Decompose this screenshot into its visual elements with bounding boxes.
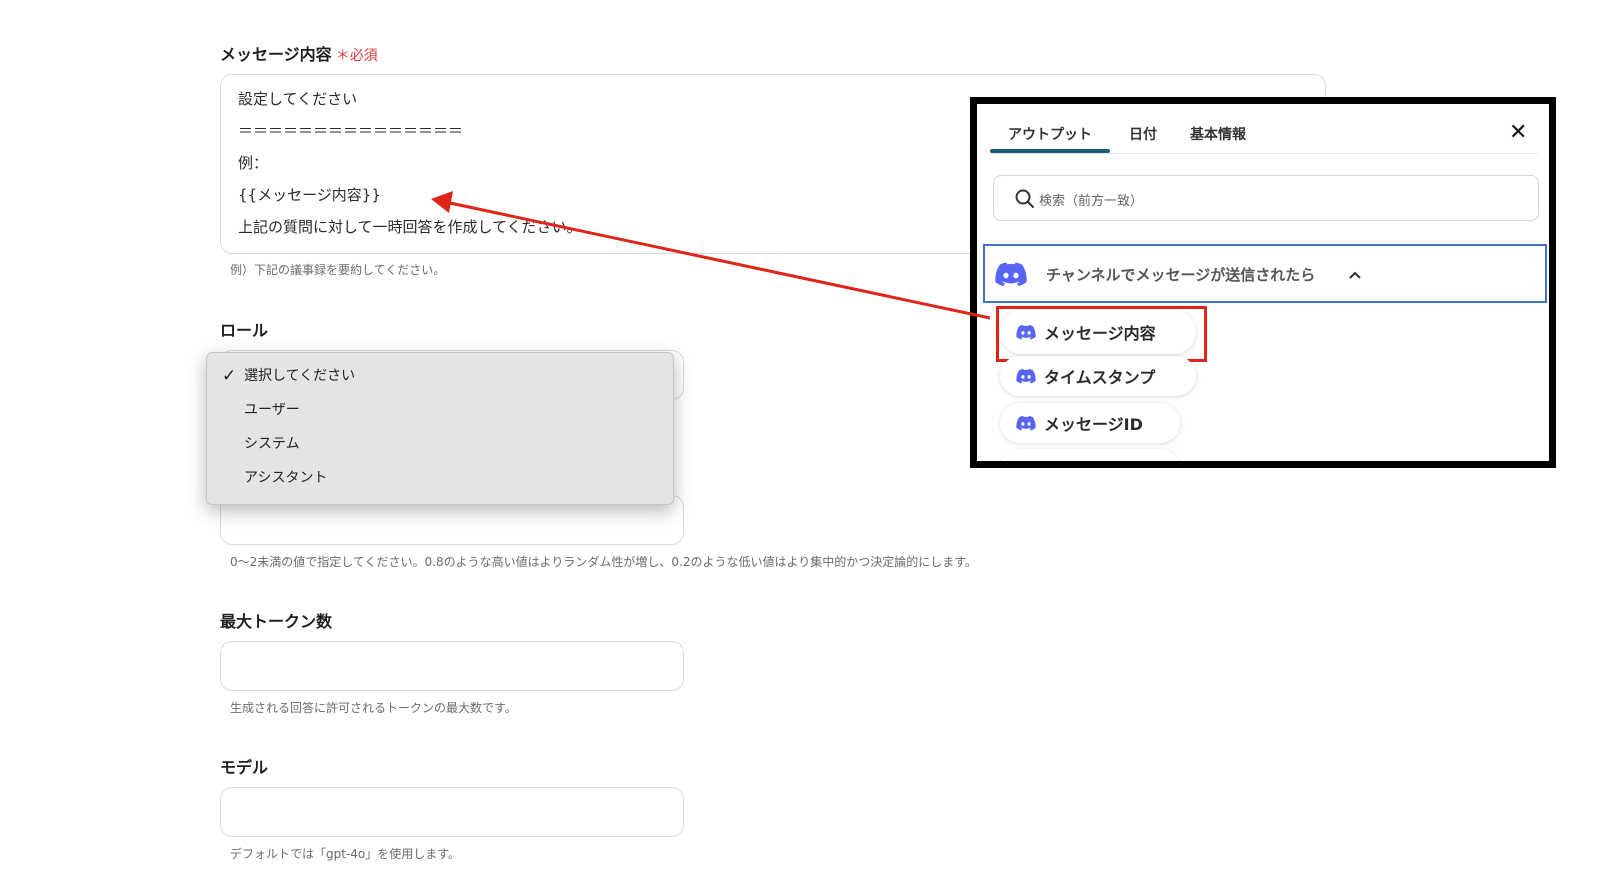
annotation-arrow [431, 191, 991, 320]
